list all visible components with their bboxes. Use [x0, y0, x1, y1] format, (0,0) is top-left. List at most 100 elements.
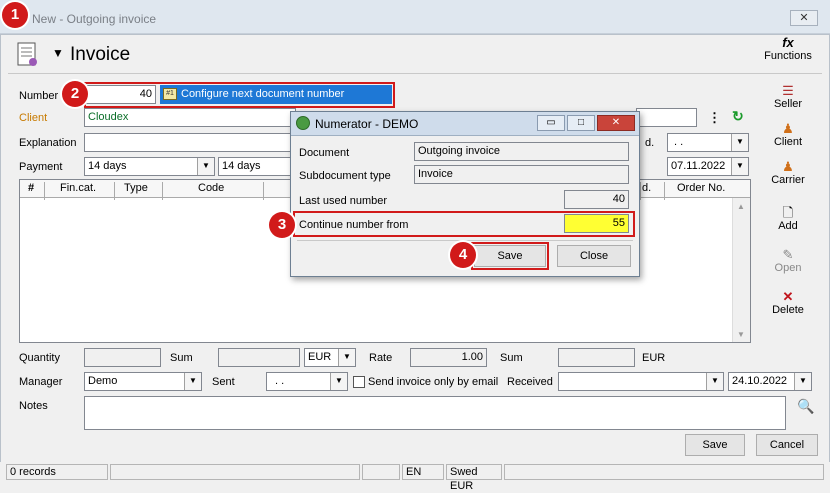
window-titlebar: New - Outgoing invoice ✕ — [0, 0, 830, 34]
dialog-save-button[interactable]: Save — [474, 245, 546, 267]
currency-dropdown[interactable]: EUR ▼ — [304, 348, 356, 367]
status-currency: Swed EUR — [446, 464, 502, 492]
annotation-badge-1: 1 — [2, 2, 28, 28]
dialog-close-button[interactable]: ✕ — [597, 115, 635, 131]
add-button[interactable]: 🗋 Add — [768, 205, 808, 233]
explanation-input[interactable] — [84, 133, 296, 152]
manager-label: Manager — [19, 376, 63, 388]
rate-field: 1.00 — [410, 348, 487, 367]
payment-value: 14 days — [88, 160, 127, 172]
search-icon[interactable]: 🔍 — [797, 398, 814, 415]
chevron-down-icon[interactable]: ▼ — [338, 349, 355, 366]
annotation-badge-3: 3 — [269, 212, 295, 238]
number-label: Number — [19, 90, 59, 102]
explanation-label: Explanation — [19, 137, 77, 149]
chevron-down-icon[interactable]: ▼ — [330, 373, 347, 390]
configure-number-option[interactable]: #1 Configure next document number — [160, 85, 392, 104]
grid-col-divider — [263, 182, 264, 200]
status-cell — [504, 464, 824, 480]
grid-header-num[interactable]: # — [28, 182, 34, 194]
chevron-down-icon[interactable]: ▼ — [731, 158, 748, 175]
status-records: 0 records — [6, 464, 108, 480]
dialog-divider — [297, 240, 633, 241]
payment-dropdown[interactable]: 14 days ▼ — [84, 157, 215, 176]
carrier-button[interactable]: ♟ Carrier — [768, 159, 808, 187]
notes-input[interactable] — [84, 396, 786, 430]
page-title: Invoice — [70, 44, 131, 65]
grid-col-divider — [640, 182, 641, 200]
quantity-field — [84, 348, 161, 367]
status-cell — [110, 464, 360, 480]
grid-header-d[interactable]: d. — [642, 182, 651, 194]
continue-label: Continue number from — [299, 219, 409, 231]
document-label: Document — [299, 147, 350, 159]
chevron-down-icon[interactable]: ▼ — [197, 158, 214, 175]
client-button[interactable]: ♟ Client — [768, 121, 808, 149]
title-dropdown-icon[interactable]: ▼ — [52, 46, 64, 60]
chevron-down-icon[interactable]: ▼ — [794, 373, 811, 390]
number-input[interactable]: 40 — [86, 85, 156, 104]
refresh-icon[interactable]: ↻ — [732, 108, 744, 125]
due-date-value: 07.11.2022 — [671, 160, 726, 172]
cancel-button[interactable]: Cancel — [756, 434, 818, 456]
date-value: 24.10.2022 — [732, 375, 788, 387]
delete-label: Delete — [772, 304, 804, 316]
open-button[interactable]: ✎ Open — [768, 248, 808, 275]
maximize-button[interactable]: □ — [567, 115, 595, 131]
seller-button[interactable]: ☰ Seller — [768, 84, 808, 111]
chevron-down-icon[interactable]: ▼ — [706, 373, 723, 390]
grid-header-type[interactable]: Type — [124, 182, 148, 194]
sum-label: Sum — [170, 352, 193, 364]
open-label: Open — [774, 262, 802, 274]
grid-col-divider — [664, 182, 665, 200]
grid-header-order-no[interactable]: Order No. — [677, 182, 725, 194]
dialog-app-icon — [296, 116, 310, 130]
status-cell — [362, 464, 400, 480]
chevron-down-icon[interactable]: ▼ — [184, 373, 201, 390]
subtype-field: Invoice — [414, 165, 629, 184]
delete-button[interactable]: ✕ Delete — [768, 290, 808, 317]
right-date-dropdown[interactable]: . . ▼ — [667, 133, 749, 152]
carrier-icon: ♟ — [782, 159, 794, 174]
grid-scrollbar[interactable]: ▲ ▼ — [732, 198, 750, 342]
grid-header-code[interactable]: Code — [198, 182, 224, 194]
sent-date-dropdown[interactable]: . . ▼ — [266, 372, 348, 391]
save-button[interactable]: Save — [685, 434, 745, 456]
client-label[interactable]: Client — [19, 112, 47, 124]
date-dropdown[interactable]: 24.10.2022 ▼ — [728, 372, 812, 391]
scroll-up-icon[interactable]: ▲ — [737, 202, 745, 211]
scroll-down-icon[interactable]: ▼ — [737, 330, 745, 339]
send-email-label[interactable]: Send invoice only by email — [368, 376, 498, 388]
annotation-badge-4: 4 — [450, 242, 476, 268]
sum2-label: Sum — [500, 352, 523, 364]
window-close-button[interactable]: ✕ — [790, 10, 818, 26]
client-input[interactable]: Cloudex — [84, 108, 296, 127]
sum2-field — [558, 348, 635, 367]
add-document-icon: 🗋 — [782, 205, 794, 220]
more-options-icon[interactable]: ⋮ — [708, 110, 721, 126]
notes-label: Notes — [19, 400, 48, 412]
currency2-label: EUR — [642, 352, 666, 364]
grid-col-divider — [162, 182, 163, 200]
right-label-d: d. — [645, 137, 655, 149]
client-icon: ♟ — [782, 121, 794, 136]
document-field: Outgoing invoice — [414, 142, 629, 161]
grid-col-divider — [114, 182, 115, 200]
continue-number-input[interactable]: 55 — [564, 214, 629, 233]
received-dropdown[interactable]: ▼ — [558, 372, 724, 391]
manager-value: Demo — [88, 375, 118, 387]
dialog-close-text-button[interactable]: Close — [557, 245, 631, 267]
send-email-checkbox[interactable] — [353, 376, 365, 388]
fx-icon: fx — [782, 35, 794, 50]
client-button-label: Client — [773, 136, 803, 148]
grid-header-fincat[interactable]: Fin.cat. — [60, 182, 96, 194]
minimize-button[interactable]: ▭ — [537, 115, 565, 131]
due-date-dropdown[interactable]: 07.11.2022 ▼ — [667, 157, 749, 176]
chevron-down-icon[interactable]: ▼ — [731, 134, 748, 151]
payment-days-input[interactable]: 14 days — [218, 157, 296, 176]
currency-value: EUR — [308, 351, 332, 363]
rate-label: Rate — [369, 352, 393, 364]
functions-button[interactable]: fx Functions — [762, 35, 814, 63]
client-extra-field[interactable] — [636, 108, 697, 127]
manager-dropdown[interactable]: Demo ▼ — [84, 372, 202, 391]
